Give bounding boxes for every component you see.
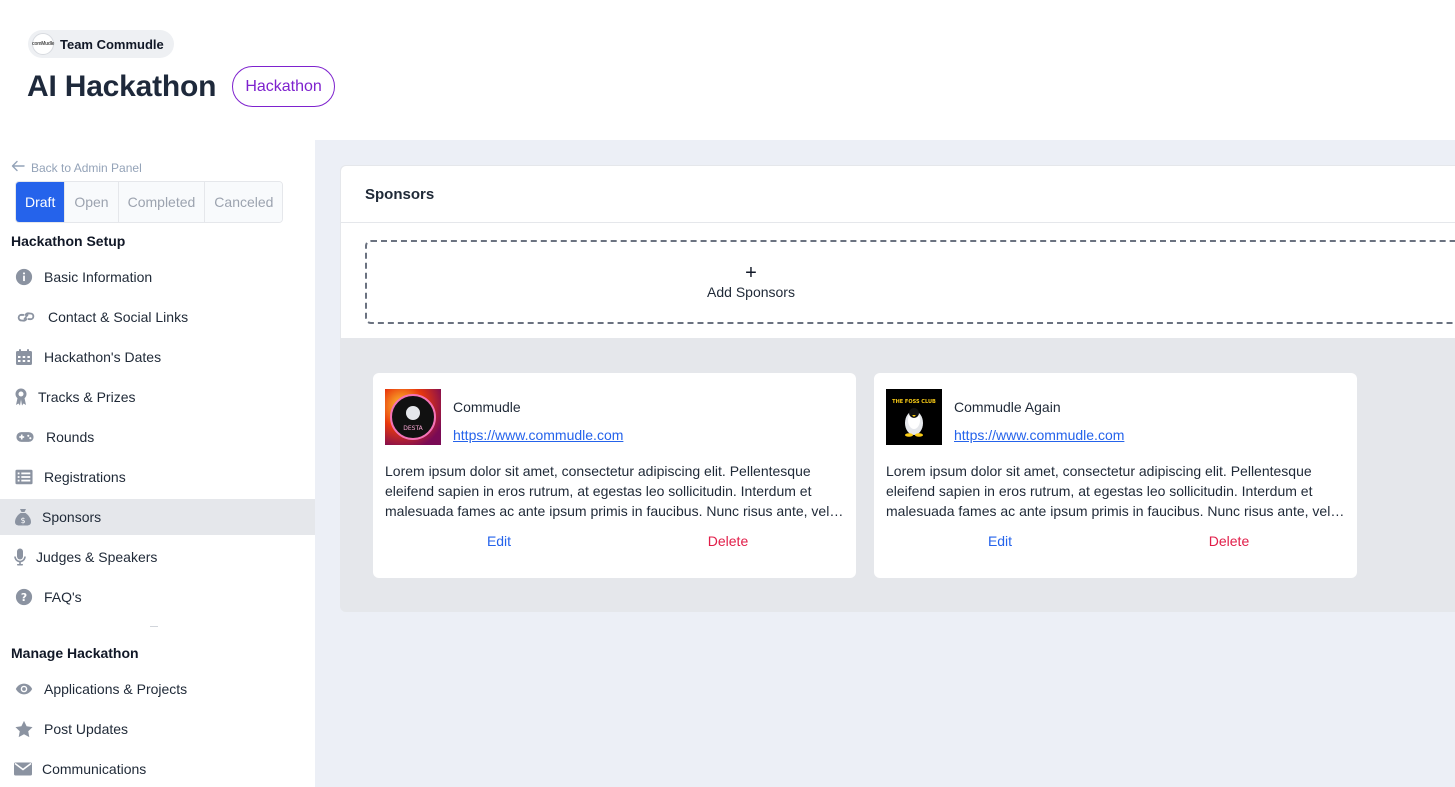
sponsors-panel: Sponsors + Add Sponsors DESTA Commudle h… [340,165,1455,612]
hackathon-type-badge: Hackathon [232,66,335,107]
setup-heading: Hackathon Setup [11,233,126,249]
delete-button[interactable]: Delete [613,533,843,549]
sidebar-item-label: Hackathon's Dates [44,349,162,365]
sponsors-panel-header: Sponsors + Add Sponsors [340,165,1455,339]
sponsor-logo-text: DESTA [403,425,423,432]
add-sponsors-label: Add Sponsors [707,284,795,300]
team-logo-text: comMudle [31,41,55,47]
sidebar-item-communications[interactable]: Communications [0,751,315,787]
divider [150,626,158,627]
list-icon [14,468,34,486]
sidebar-item-hackathon-dates[interactable]: Hackathon's Dates [0,339,315,375]
team-name: Team Commudle [60,36,164,52]
question-icon: ? [14,588,34,606]
setup-nav: Basic Information Contact & Social Links… [0,259,315,619]
sidebar-item-label: Registrations [44,469,126,485]
info-icon [14,268,34,286]
manage-heading: Manage Hackathon [11,645,139,661]
sidebar-item-judges-speakers[interactable]: Judges & Speakers [0,539,315,575]
sidebar-item-label: Communications [42,761,147,777]
sponsor-description: Lorem ipsum dolor sit amet, consectetur … [385,463,830,519]
sponsor-description: Lorem ipsum dolor sit amet, consectetur … [886,463,1331,519]
sponsor-url-link[interactable]: https://www.commudle.com [954,427,1124,443]
sponsor-url-link[interactable]: https://www.commudle.com [453,427,623,443]
sidebar-item-label: Rounds [46,429,95,445]
back-link-label: Back to Admin Panel [31,160,142,175]
manage-nav: Applications & Projects Post Updates Com… [0,671,315,787]
svg-text:?: ? [21,591,27,604]
delete-button[interactable]: Delete [1114,533,1344,549]
team-chip[interactable]: comMudle Team Commudle [28,30,174,58]
link-icon [14,308,38,326]
back-to-admin-link[interactable]: Back to Admin Panel [11,159,142,176]
sidebar-item-label: Basic Information [44,269,153,285]
add-sponsors-button[interactable]: + Add Sponsors [365,240,1455,324]
sidebar: Back to Admin Panel Draft Open Completed… [0,140,315,787]
sponsor-name: Commudle [453,399,521,415]
status-tab-open[interactable]: Open [65,182,119,222]
sponsor-logo: DESTA [385,389,441,445]
page-title: AI Hackathon [27,69,217,103]
calendar-icon [14,348,34,366]
title-row: AI Hackathon Hackathon [27,66,335,107]
sidebar-item-rounds[interactable]: Rounds [0,419,315,455]
status-tab-draft[interactable]: Draft [16,182,66,222]
sidebar-item-label: Judges & Speakers [36,549,158,565]
sidebar-item-label: Post Updates [44,721,129,737]
star-icon [14,720,34,738]
sidebar-item-basic-information[interactable]: Basic Information [0,259,315,295]
status-tabs: Draft Open Completed Canceled [15,181,284,223]
sponsor-name: Commudle Again [954,399,1061,415]
edit-button[interactable]: Edit [373,533,625,549]
sidebar-item-label: Sponsors [42,509,102,525]
sidebar-item-faqs[interactable]: ? FAQ's [0,579,315,615]
sidebar-item-applications-projects[interactable]: Applications & Projects [0,671,315,707]
team-logo: comMudle [32,33,54,55]
plus-icon: + [745,262,757,284]
sidebar-item-contact-social-links[interactable]: Contact & Social Links [0,299,315,335]
divider [341,222,1455,223]
sponsor-card: DESTA Commudle https://www.commudle.com … [373,373,856,578]
microphone-icon [14,548,26,566]
main-content: Sponsors + Add Sponsors DESTA Commudle h… [315,140,1455,787]
sidebar-item-label: Tracks & Prizes [38,389,136,405]
gamepad-icon [14,428,36,446]
sponsor-logo-text: THE FOSS CLUB [892,399,936,405]
sidebar-item-label: Contact & Social Links [48,309,189,325]
eye-icon [14,680,34,698]
sponsor-logo: THE FOSS CLUB [886,389,942,445]
panel-title: Sponsors [365,186,435,203]
sidebar-item-tracks-prizes[interactable]: Tracks & Prizes [0,379,315,415]
svg-text:$: $ [20,516,25,525]
arrow-left-icon [11,159,25,176]
page-header: comMudle Team Commudle AI Hackathon Hack… [0,0,1455,140]
envelope-icon [14,760,32,778]
edit-button[interactable]: Edit [874,533,1126,549]
status-tab-canceled[interactable]: Canceled [205,182,283,222]
sidebar-item-registrations[interactable]: Registrations [0,459,315,495]
status-tab-completed[interactable]: Completed [118,182,206,222]
sponsor-card: THE FOSS CLUB Commudle Again https://www… [874,373,1357,578]
sidebar-item-label: Applications & Projects [44,681,188,697]
award-icon [14,388,28,406]
sidebar-item-post-updates[interactable]: Post Updates [0,711,315,747]
sidebar-item-sponsors[interactable]: $ Sponsors [0,499,315,535]
sidebar-item-label: FAQ's [44,589,82,605]
money-bag-icon: $ [14,508,32,526]
